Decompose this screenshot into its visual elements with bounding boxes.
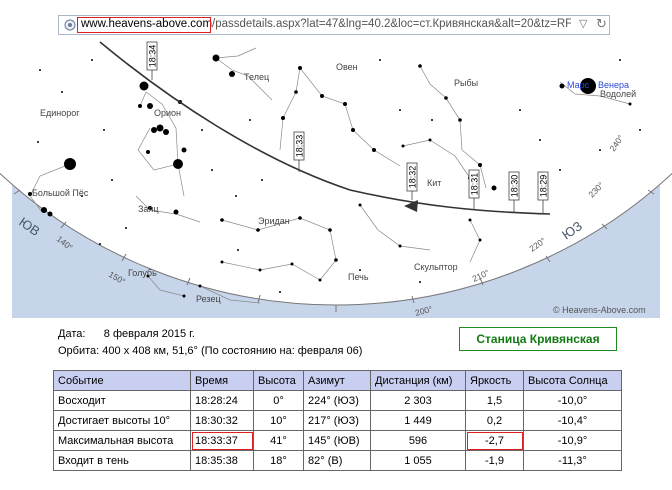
label-bolshoy-pes: Большой Пёс xyxy=(32,188,89,198)
col-azimuth: Азимут xyxy=(303,370,371,391)
cell-magnitude: 1,5 xyxy=(465,390,524,411)
orbit-label: Орбита: xyxy=(58,345,100,357)
cell-azimuth: 82° (В) xyxy=(303,450,371,471)
label-ryby: Рыбы xyxy=(454,78,478,88)
table-row: Восходит 18:28:24 0° 224° (ЮЗ) 2 303 1,5… xyxy=(53,390,622,411)
table-row: Достигает высоты 10° 18:30:32 10° 217° (… xyxy=(53,410,622,431)
col-event: Событие xyxy=(53,370,191,391)
station-name-box: Станица Кривянская xyxy=(459,327,617,351)
cell-altitude: 0° xyxy=(253,390,304,411)
date-label: Дата: xyxy=(58,328,86,340)
label-orion: Орион xyxy=(154,108,181,118)
sky-chart: 18:34 18:33 18:32 18:31 18:30 18:29 Теле… xyxy=(0,0,672,318)
url-highlight-box xyxy=(77,17,211,33)
time-mark-1830: 18:30 xyxy=(508,171,520,201)
cell-time: 18:30:32 xyxy=(190,410,254,431)
svg-text:18:33: 18:33 xyxy=(295,135,305,158)
orbit-row: Орбита: 400 x 408 км, 51,6° (По состояни… xyxy=(58,343,362,360)
cell-distance: 596 xyxy=(370,430,466,451)
col-magnitude: Яркость xyxy=(465,370,524,391)
address-dropdown-icon[interactable]: ▽ xyxy=(579,17,587,30)
table-row: Максимальная высота 18:33:37 41° 145° (Ю… xyxy=(53,430,622,451)
planet-labels: Марс Венера xyxy=(567,80,629,90)
cell-distance: 1 055 xyxy=(370,450,466,471)
table-header-row: Событие Время Высота Азимут Дистанция (к… xyxy=(53,370,622,391)
cell-azimuth: 224° (ЮЗ) xyxy=(303,390,371,411)
col-sun-altitude: Высота Солнца xyxy=(523,370,622,391)
svg-text:18:32: 18:32 xyxy=(408,166,418,189)
time-mark-1831: 18:31 xyxy=(468,169,480,199)
cell-altitude: 41° xyxy=(253,430,304,451)
cell-time: 18:35:38 xyxy=(190,450,254,471)
table-row: Входит в тень 18:35:38 18° 82° (В) 1 055… xyxy=(53,450,622,471)
cell-sun-altitude: -10,0° xyxy=(523,390,622,411)
label-golub: Голубь xyxy=(128,268,157,278)
label-vodoley: Водолей xyxy=(600,89,636,99)
url-path: /passdetails.aspx?lat=47&lng=40.2&loc=ст… xyxy=(212,18,571,30)
label-mars: Марс xyxy=(567,80,590,90)
time-mark-1832: 18:32 xyxy=(406,162,418,192)
svg-text:18:31: 18:31 xyxy=(470,173,480,196)
label-kit: Кит xyxy=(427,178,441,188)
svg-text:18:29: 18:29 xyxy=(539,175,549,198)
cell-time: 18:28:24 xyxy=(190,390,254,411)
label-rezets: Резец xyxy=(196,294,221,304)
cell-altitude: 18° xyxy=(253,450,304,471)
date-row: Дата: 8 февраля 2015 г. xyxy=(58,326,362,343)
time-mark-1833: 18:33 xyxy=(293,131,305,161)
label-pech: Печь xyxy=(348,272,369,282)
cell-sun-altitude: -10,9° xyxy=(523,430,622,451)
cell-distance: 2 303 xyxy=(370,390,466,411)
cell-event: Восходит xyxy=(53,390,191,411)
label-edinorog: Единорог xyxy=(40,108,80,118)
cell-event: Достигает высоты 10° xyxy=(53,410,191,431)
cell-sun-altitude: -10,4° xyxy=(523,410,622,431)
page-favicon xyxy=(64,19,76,31)
copyright: © Heavens-Above.com xyxy=(553,305,646,315)
cell-time-highlighted: 18:33:37 xyxy=(190,430,254,451)
time-mark-1834: 18:34 xyxy=(146,41,158,71)
time-mark-1829: 18:29 xyxy=(537,171,549,201)
refresh-icon[interactable]: ↻ xyxy=(596,16,607,32)
label-oven: Овен xyxy=(336,62,358,72)
address-bar[interactable]: www.heavens-above.com/passdetails.aspx?l… xyxy=(58,15,610,35)
cell-sun-altitude: -11,3° xyxy=(523,450,622,471)
cell-magnitude-highlighted: -2,7 xyxy=(465,430,524,451)
cell-azimuth: 217° (ЮЗ) xyxy=(303,410,371,431)
date-value: 8 февраля 2015 г. xyxy=(103,328,195,340)
col-distance: Дистанция (км) xyxy=(370,370,466,391)
label-skulptor: Скульптор xyxy=(414,262,458,272)
label-zayats: Заяц xyxy=(138,204,158,214)
svg-text:18:30: 18:30 xyxy=(510,175,520,198)
cell-event: Максимальная высота xyxy=(53,430,191,451)
pass-info: Дата: 8 февраля 2015 г. Орбита: 400 x 40… xyxy=(58,326,362,360)
pass-table: Событие Время Высота Азимут Дистанция (к… xyxy=(53,370,622,471)
cell-magnitude: -1,9 xyxy=(465,450,524,471)
cell-magnitude: 0,2 xyxy=(465,410,524,431)
col-time: Время xyxy=(190,370,254,391)
cell-azimuth: 145° (ЮВ) xyxy=(303,430,371,451)
label-eridan: Эридан xyxy=(258,216,290,226)
svg-text:18:34: 18:34 xyxy=(148,45,158,68)
orbit-value: 400 x 408 км, 51,6° (По состоянию на: фе… xyxy=(102,345,363,357)
label-telets: Телец xyxy=(244,72,269,82)
cell-distance: 1 449 xyxy=(370,410,466,431)
cell-altitude: 10° xyxy=(253,410,304,431)
col-altitude: Высота xyxy=(253,370,304,391)
cell-event: Входит в тень xyxy=(53,450,191,471)
label-venera: Венера xyxy=(598,80,629,90)
